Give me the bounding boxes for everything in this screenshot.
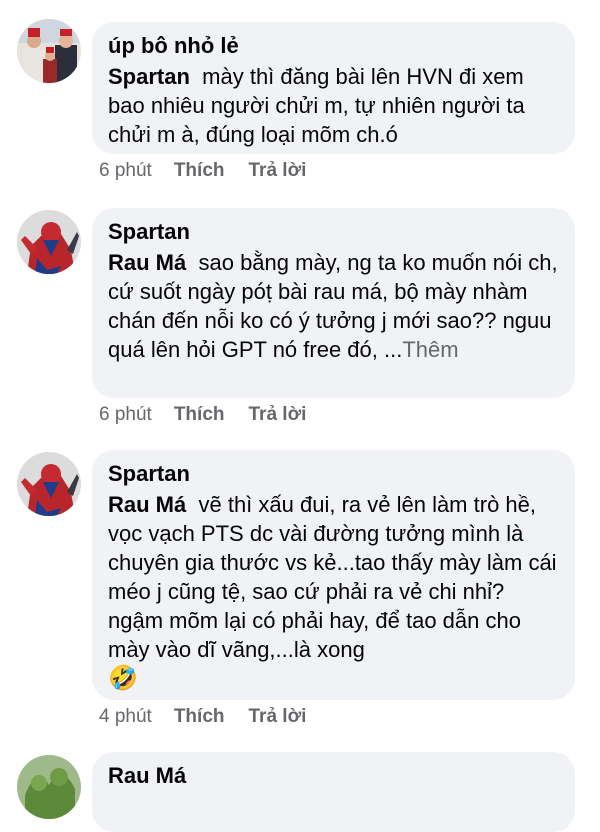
group-photo-icon [17,19,81,83]
comment-text: Rau Má vẽ thì xấu đui, ra vẻ lên làm trò… [108,490,559,693]
timestamp[interactable]: 6 phút [99,159,152,183]
avatar[interactable] [17,452,81,516]
reply-button[interactable]: Trả lời [249,705,307,729]
avatar[interactable] [17,19,81,83]
spiderman-avatar-icon [17,210,81,274]
avatar[interactable] [17,755,81,819]
comment-author[interactable]: úp bô nhỏ lẻ [108,32,559,60]
spiderman-avatar-icon [17,452,81,516]
comment-actions: 4 phút Thích Trả lời [99,705,306,729]
timestamp[interactable]: 6 phút [99,403,152,427]
comment-author[interactable]: Rau Má [108,762,559,790]
like-button[interactable]: Thích [174,159,225,183]
timestamp[interactable]: 4 phút [99,705,152,729]
reply-button[interactable]: Trả lời [249,403,307,427]
comment-author[interactable]: Spartan [108,218,559,246]
mention[interactable]: Spartan [108,64,190,89]
rofl-emoji-icon: 🤣 [108,665,138,692]
comment-text: Spartan mày thì đăng bài lên HVN đi xem … [108,62,559,149]
comment-author[interactable]: Spartan [108,460,559,488]
comment-text: Rau Má sao bằng mày, ng ta ko muốn nói c… [108,248,559,364]
like-button[interactable]: Thích [174,403,225,427]
see-more-link[interactable]: Thêm [402,337,458,362]
like-button[interactable]: Thích [174,705,225,729]
mention[interactable]: Rau Má [108,250,186,275]
comment-bubble: Spartan Rau Má sao bằng mày, ng ta ko mu… [92,208,575,398]
mention[interactable]: Rau Má [108,492,186,517]
reply-button[interactable]: Trả lời [249,159,307,183]
comment-actions: 6 phút Thích Trả lời [99,159,306,183]
green-plant-avatar-icon [17,755,81,819]
comment-body: vẽ thì xấu đui, ra vẻ lên làm trò hề, vọ… [108,492,557,662]
comment-bubble: úp bô nhỏ lẻ Spartan mày thì đăng bài lê… [92,22,575,154]
comment-actions: 6 phút Thích Trả lời [99,403,306,427]
avatar[interactable] [17,210,81,274]
comment-bubble: Spartan Rau Má vẽ thì xấu đui, ra vẻ lên… [92,450,575,700]
comment-bubble: Rau Má [92,752,575,832]
